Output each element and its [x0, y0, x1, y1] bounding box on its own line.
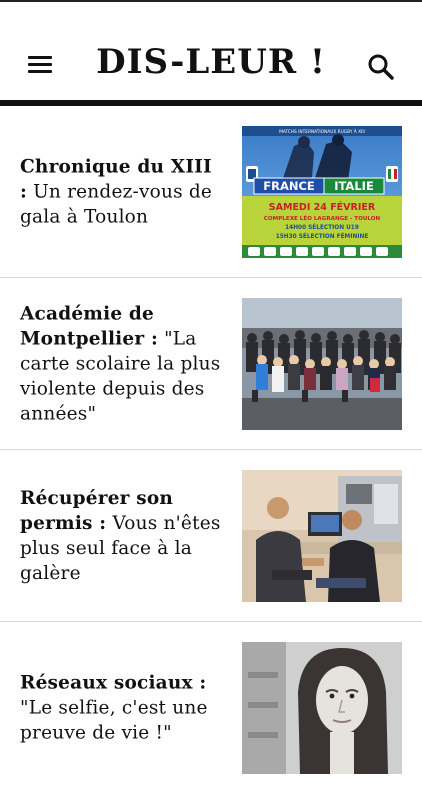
- article-card[interactable]: Chronique du XIII : Un rendez-vous de ga…: [0, 106, 422, 278]
- article-title: Un rendez-vous de gala à Toulon: [20, 181, 213, 227]
- app-logo-title: DIS-LEUR !: [96, 42, 326, 82]
- article-card[interactable]: Récupérer son permis : Vous n'êtes plus …: [0, 450, 422, 622]
- office-photo-image: [242, 470, 402, 602]
- poster-banner: MATCHS INTERNATIONAUX RUGBY À XIII: [279, 128, 365, 135]
- rugby-poster-image: MATCHS INTERNATIONAUX RUGBY À XIII FRANC…: [242, 126, 402, 258]
- article-kicker: Académie de Montpellier :: [20, 303, 158, 349]
- article-headline[interactable]: Chronique du XIII : Un rendez-vous de ga…: [20, 154, 225, 229]
- article-headline[interactable]: Réseaux sociaux : "Le selfie, c'est une …: [20, 671, 225, 746]
- article-card[interactable]: Académie de Montpellier : "La carte scol…: [0, 278, 422, 450]
- search-icon: [368, 54, 394, 80]
- article-thumbnail[interactable]: [242, 298, 402, 430]
- poster-line-1: 14H00 SÉLECTION U19: [285, 223, 359, 231]
- poster-team-left: FRANCE: [263, 179, 315, 193]
- poster-team-right: ITALIE: [334, 179, 374, 193]
- poster-line-2: 15H30 SÉLECTION FÉMININE: [276, 232, 369, 240]
- crowd-photo-image: [242, 298, 402, 430]
- search-button[interactable]: [366, 52, 396, 82]
- article-headline[interactable]: Académie de Montpellier : "La carte scol…: [20, 301, 225, 426]
- article-thumbnail[interactable]: MATCHS INTERNATIONAUX RUGBY À XIII FRANC…: [242, 126, 402, 258]
- article-card[interactable]: Réseaux sociaux : "Le selfie, c'est une …: [0, 622, 422, 794]
- app-header: DIS-LEUR !: [0, 2, 422, 100]
- poster-venue: COMPLEXE LÉO LAGRANGE - TOULON: [264, 214, 381, 222]
- article-headline[interactable]: Récupérer son permis : Vous n'êtes plus …: [20, 486, 225, 586]
- article-thumbnail[interactable]: [242, 470, 402, 602]
- article-kicker: Réseaux sociaux :: [20, 672, 207, 694]
- article-title: "Le selfie, c'est une preuve de vie !": [20, 697, 208, 744]
- poster-date: SAMEDI 24 FÉVRIER: [269, 201, 376, 213]
- portrait-photo-image: [242, 642, 402, 774]
- article-thumbnail[interactable]: [242, 642, 402, 774]
